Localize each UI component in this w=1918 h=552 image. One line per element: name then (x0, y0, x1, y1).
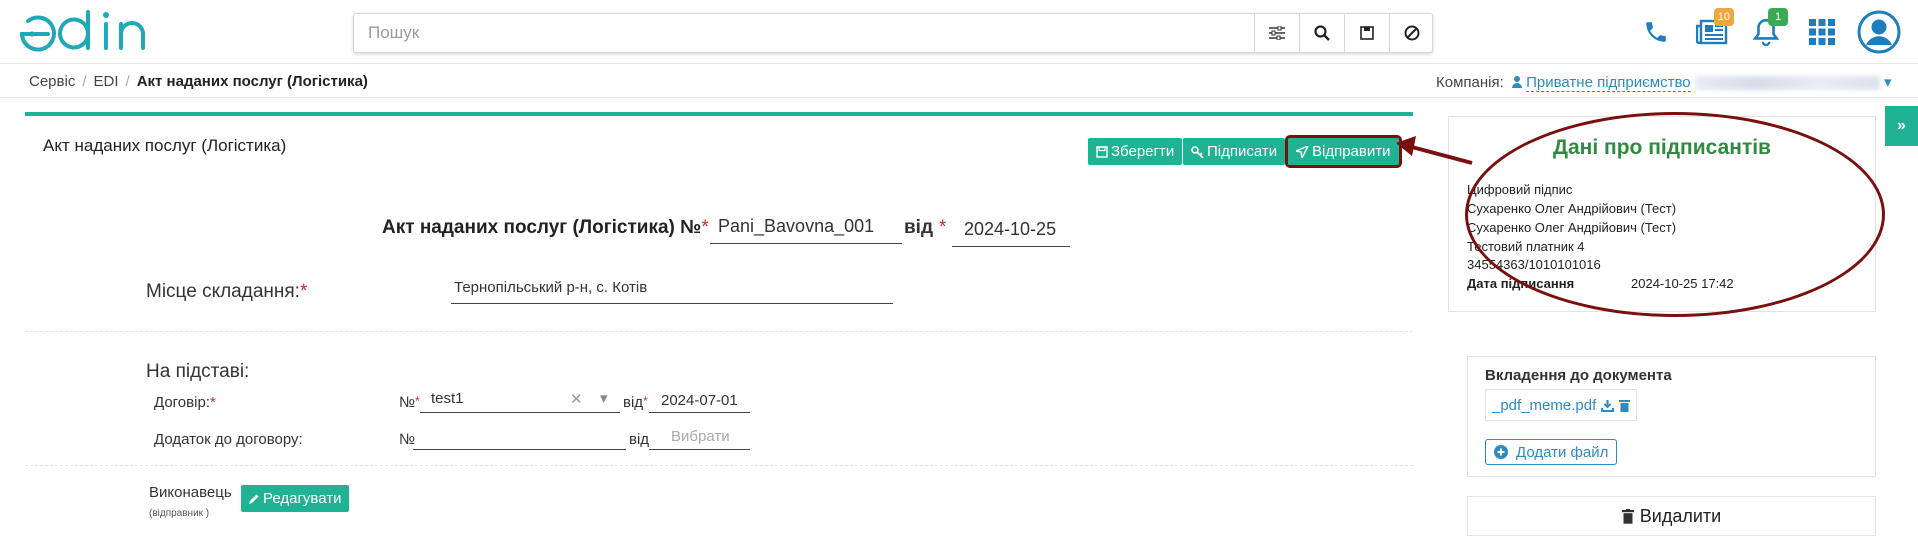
edit-button-label: Редагувати (263, 490, 342, 507)
place-field[interactable]: Тернопільський р-н, с. Котів (451, 279, 893, 304)
company-selector[interactable]: Компанія: Приватне підприємство ▾ (1436, 73, 1892, 92)
user-icon (1857, 10, 1901, 54)
trash-icon[interactable] (1619, 399, 1631, 412)
news-count-badge: 10 (1713, 8, 1734, 26)
date-from-label-text: від (904, 217, 934, 238)
phone-button[interactable] (1636, 12, 1676, 52)
attachment-file-link[interactable]: _pdf_meme.pdf (1492, 397, 1596, 414)
addendum-date-label: від (629, 431, 650, 448)
attachments-title: Вкладення до документа (1485, 367, 1672, 384)
save-button-label: Зберегти (1111, 143, 1175, 160)
save-icon (1096, 145, 1108, 158)
pencil-icon (249, 494, 259, 504)
search-bar (353, 13, 1433, 53)
filter-button[interactable] (1254, 14, 1299, 52)
place-label-text: Місце складання: (146, 281, 300, 302)
paper-plane-icon (1296, 145, 1309, 158)
add-file-label: Додати файл (1516, 443, 1609, 461)
breadcrumb-service[interactable]: Сервіс (29, 73, 75, 90)
annotation-arrow-icon (1396, 136, 1473, 165)
document-date-field[interactable]: 2024-10-25 (952, 219, 1070, 247)
place-label: Місце складання:* (146, 281, 308, 302)
plus-circle-icon (1494, 445, 1508, 459)
clear-search-button[interactable] (1389, 14, 1434, 52)
apps-grid-icon (1809, 19, 1835, 45)
breadcrumb-current: Акт наданих послуг (Логістика) (136, 73, 368, 90)
company-label: Компанія: (1436, 74, 1504, 91)
addendum-number-field[interactable] (413, 428, 626, 450)
performer-label: Виконавець (149, 484, 232, 501)
send-button-label: Відправити (1312, 143, 1391, 160)
contract-label-text: Договір: (154, 394, 210, 411)
top-bar: 10 1 (0, 0, 1918, 64)
contract-no-label: №* (399, 394, 420, 411)
document-card: Акт наданих послуг (Логістика) Зберегти … (25, 112, 1413, 552)
clear-icon[interactable]: ✕ (570, 390, 583, 408)
document-number-field[interactable]: Pani_Bavovna_001 (710, 216, 902, 244)
document-heading-text: Акт наданих послуг (Логістика) № (382, 217, 702, 238)
cancel-icon (1404, 25, 1420, 41)
sign-button[interactable]: Підписати (1183, 138, 1286, 165)
sign-button-label: Підписати (1207, 143, 1278, 160)
company-name-redacted (1694, 76, 1880, 91)
attachment-item: _pdf_meme.pdf (1485, 389, 1638, 421)
annotation-ellipse (1465, 112, 1885, 317)
performer-sub-label: (відправник ) (149, 508, 210, 519)
contract-date-label-text: від (623, 394, 644, 411)
edin-logo[interactable] (18, 10, 163, 56)
save-button[interactable]: Зберегти (1088, 138, 1183, 165)
place-value: Тернопільський р-н, с. Котів (454, 279, 648, 296)
contract-date-field[interactable]: 2024-07-01 (649, 392, 750, 413)
key-icon (1191, 145, 1204, 158)
double-chevron-right-icon: » (1897, 117, 1906, 134)
basis-label: На підставі: (146, 361, 250, 382)
attachments-panel: Вкладення до документа _pdf_meme.pdf Дод… (1467, 356, 1876, 477)
filter-icon (1269, 26, 1285, 40)
company-name[interactable]: Приватне підприємство (1526, 74, 1691, 92)
date-from-label: від * (904, 217, 947, 238)
breadcrumb: Сервіс / EDI / Акт наданих послуг (Логістика… (29, 73, 368, 90)
card-title: Акт наданих послуг (Логістика) (43, 136, 287, 155)
download-icon[interactable] (1601, 399, 1615, 412)
apps-button[interactable] (1802, 12, 1842, 52)
user-avatar[interactable] (1856, 9, 1902, 55)
user-small-icon (1511, 76, 1522, 88)
expand-sidebar-button[interactable]: » (1885, 106, 1918, 146)
phone-icon (1646, 22, 1666, 42)
delete-button[interactable]: Видалити (1467, 496, 1876, 536)
send-button[interactable]: Відправити (1285, 135, 1402, 168)
save-search-button[interactable] (1344, 14, 1389, 52)
add-file-button[interactable]: Додати файл (1485, 439, 1618, 465)
divider (0, 97, 1918, 98)
contract-label: Договір:* (154, 394, 216, 411)
document-number-value: Pani_Bavovna_001 (718, 216, 875, 236)
document-heading: Акт наданих послуг (Логістика) №* (382, 217, 709, 238)
save-icon (1360, 26, 1374, 40)
news-button[interactable]: 10 (1692, 8, 1734, 52)
contract-no-label-text: № (399, 394, 416, 411)
notifications-button[interactable]: 1 (1746, 8, 1788, 52)
chevron-down-icon[interactable]: ▾ (1884, 74, 1892, 91)
section-divider (25, 465, 1413, 466)
addendum-label: Додаток до договору: (154, 431, 303, 448)
contract-date-label: від* (623, 394, 648, 411)
delete-button-label: Видалити (1639, 505, 1722, 526)
addendum-date-placeholder: Вибрати (671, 428, 730, 445)
contract-select[interactable]: test1 ✕ ▾ (420, 390, 620, 413)
notifications-count-badge: 1 (1768, 8, 1788, 26)
section-divider (25, 331, 1413, 332)
breadcrumb-edi[interactable]: EDI (94, 73, 119, 90)
addendum-date-field[interactable]: Вибрати (649, 428, 750, 450)
contract-date-value: 2024-07-01 (661, 392, 738, 409)
trash-icon (1621, 508, 1634, 524)
search-input[interactable] (354, 14, 1254, 52)
document-date-value: 2024-10-25 (964, 219, 1057, 239)
contract-number-value: test1 (431, 390, 464, 407)
search-icon (1314, 25, 1330, 41)
edit-performer-button[interactable]: Редагувати (241, 485, 349, 512)
chevron-down-icon[interactable]: ▾ (600, 389, 608, 407)
search-button[interactable] (1299, 14, 1344, 52)
